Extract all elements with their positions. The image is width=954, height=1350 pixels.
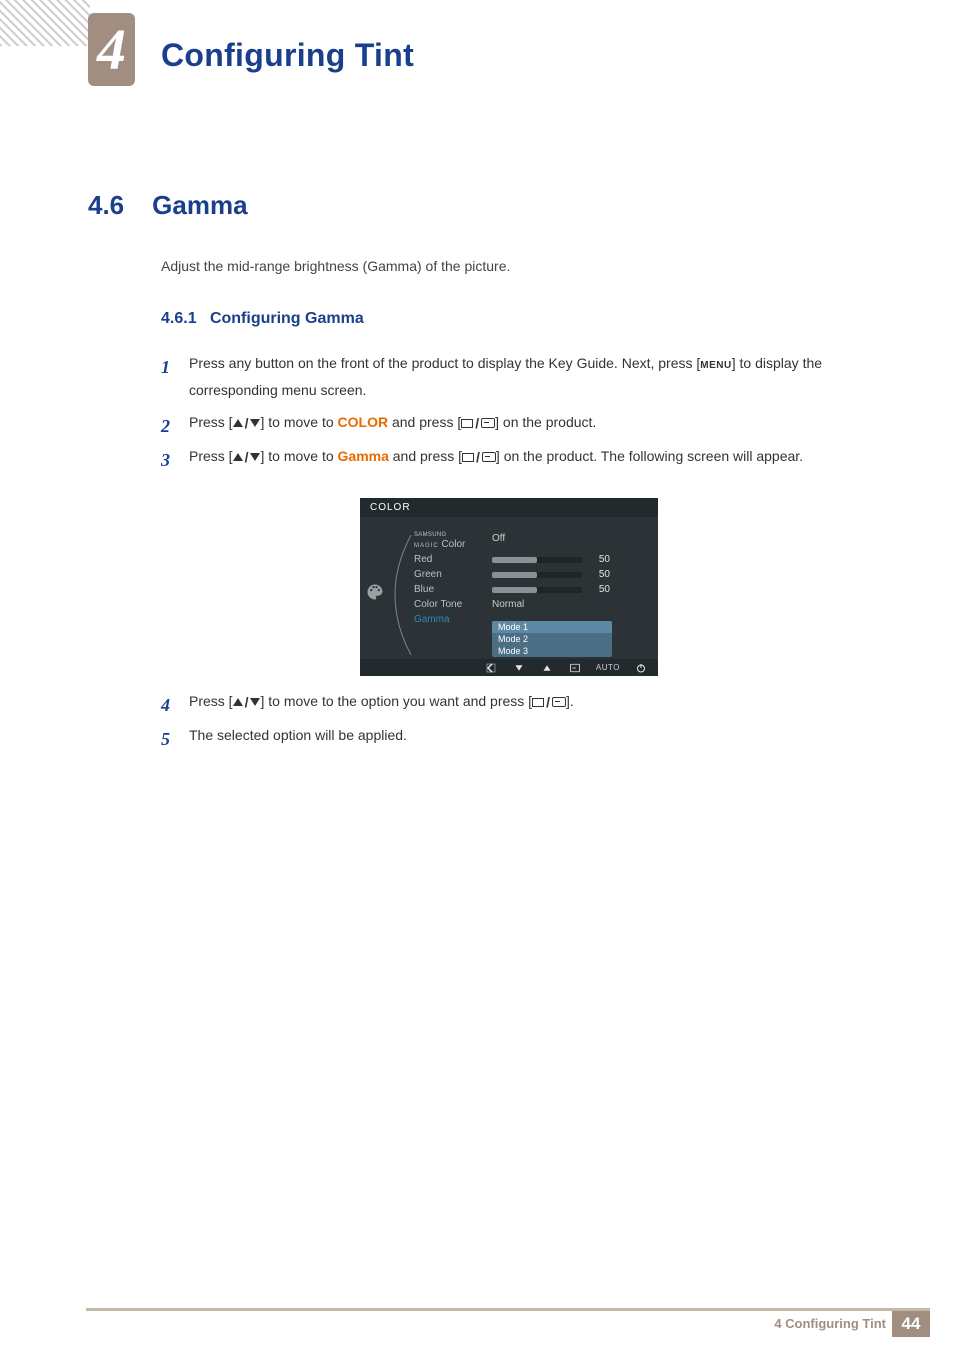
step-text: ] to move to (260, 448, 337, 464)
step-number: 2 (161, 409, 170, 443)
power-icon (634, 663, 648, 673)
section-title: Gamma (152, 190, 247, 221)
step-list: 1 Press any button on the front of the p… (161, 350, 896, 476)
highlight-word: COLOR (338, 414, 389, 430)
up-icon (540, 663, 554, 673)
osd-value: Normal (492, 599, 552, 610)
section-heading: 4.6 Gamma (88, 190, 248, 221)
chapter-badge: 4 (88, 13, 135, 86)
down-icon (512, 663, 526, 673)
osd-row-magic: SAMSUNG MAGIC Color Off (414, 531, 640, 546)
subsection-title: Configuring Gamma (210, 310, 364, 327)
step-number: 1 (161, 350, 170, 384)
step-3: 3 Press [/] to move to Gamma and press [… (161, 443, 896, 471)
osd-gamma-dropdown: Mode 1 Mode 2 Mode 3 (492, 621, 612, 657)
up-down-icon: / (233, 444, 261, 471)
slider-bar (492, 557, 582, 563)
osd-label: Color Tone (414, 599, 492, 610)
step-text: and press [ (389, 448, 462, 464)
step-text: The selected option will be applied. (189, 727, 407, 743)
osd-title: COLOR (360, 498, 658, 517)
osd-row-red: Red 50 (414, 552, 640, 567)
footer-chapter: 4 Configuring Tint (774, 1316, 886, 1331)
step-text: Press [ (189, 414, 233, 430)
up-down-icon: / (233, 410, 261, 437)
osd-row-green: Green 50 (414, 567, 640, 582)
osd-row-blue: Blue 50 (414, 582, 640, 597)
osd-option-selected: Mode 1 (492, 621, 612, 633)
highlight-word: Gamma (338, 448, 389, 464)
step-text: Press any button on the front of the pro… (189, 355, 700, 371)
step-text: ] to move to (260, 414, 337, 430)
source-enter-icon: / (532, 689, 566, 716)
chapter-number: 4 (97, 16, 126, 83)
step-number: 5 (161, 722, 170, 756)
section-number: 4.6 (88, 190, 124, 221)
osd-option: Mode 2 (492, 633, 612, 645)
osd-label: Red (414, 554, 492, 565)
osd-label-selected: Gamma (414, 614, 492, 625)
auto-label: AUTO (596, 663, 620, 672)
osd-value: 50 (590, 554, 610, 565)
subsection-number: 4.6.1 (161, 310, 197, 327)
source-enter-icon: / (461, 410, 495, 437)
osd-menu-curve (393, 535, 415, 655)
osd-body: SAMSUNG MAGIC Color Off Red 50 Green 50 … (360, 517, 658, 667)
step-text: and press [ (388, 414, 461, 430)
step-list-continued: 4 Press [/] to move to the option you wa… (161, 688, 896, 754)
osd-option: Mode 3 (492, 645, 612, 657)
slider-bar (492, 572, 582, 578)
step-number: 3 (161, 443, 170, 477)
page-title: Configuring Tint (161, 37, 414, 74)
step-5: 5 The selected option will be applied. (161, 722, 896, 749)
osd-row-colortone: Color Tone Normal (414, 597, 640, 612)
step-number: 4 (161, 688, 170, 722)
step-1: 1 Press any button on the front of the p… (161, 350, 896, 403)
subsection-heading: 4.6.1 Configuring Gamma (161, 310, 364, 328)
corner-hatch (0, 0, 90, 46)
step-4: 4 Press [/] to move to the option you wa… (161, 688, 896, 716)
menu-label: MENU (700, 360, 731, 371)
enter-icon (568, 663, 582, 673)
osd-magic-label: SAMSUNG MAGIC Color (414, 528, 492, 550)
osd-label: Green (414, 569, 492, 580)
osd-magic-value: Off (492, 533, 552, 544)
step-text: Press [ (189, 448, 233, 464)
osd-label: Blue (414, 584, 492, 595)
palette-icon (366, 583, 384, 601)
step-text: ] on the product. The following screen w… (496, 448, 803, 464)
footer-page-number: 44 (892, 1311, 930, 1337)
osd-screenshot: COLOR SAMSUNG MAGIC Color Off Red 50 Gre… (360, 498, 658, 676)
osd-value: 50 (590, 584, 610, 595)
back-icon (484, 663, 498, 673)
section-intro: Adjust the mid-range brightness (Gamma) … (161, 255, 510, 277)
source-enter-icon: / (462, 444, 496, 471)
osd-footer: AUTO (360, 659, 658, 676)
step-text: ]. (566, 693, 574, 709)
step-text: ] to move to the option you want and pre… (260, 693, 532, 709)
up-down-icon: / (233, 689, 261, 716)
step-2: 2 Press [/] to move to COLOR and press [… (161, 409, 896, 437)
step-text: ] on the product. (495, 414, 596, 430)
osd-value: 50 (590, 569, 610, 580)
step-text: Press [ (189, 693, 233, 709)
page-footer: 4 Configuring Tint 44 (86, 1308, 930, 1336)
slider-bar (492, 587, 582, 593)
